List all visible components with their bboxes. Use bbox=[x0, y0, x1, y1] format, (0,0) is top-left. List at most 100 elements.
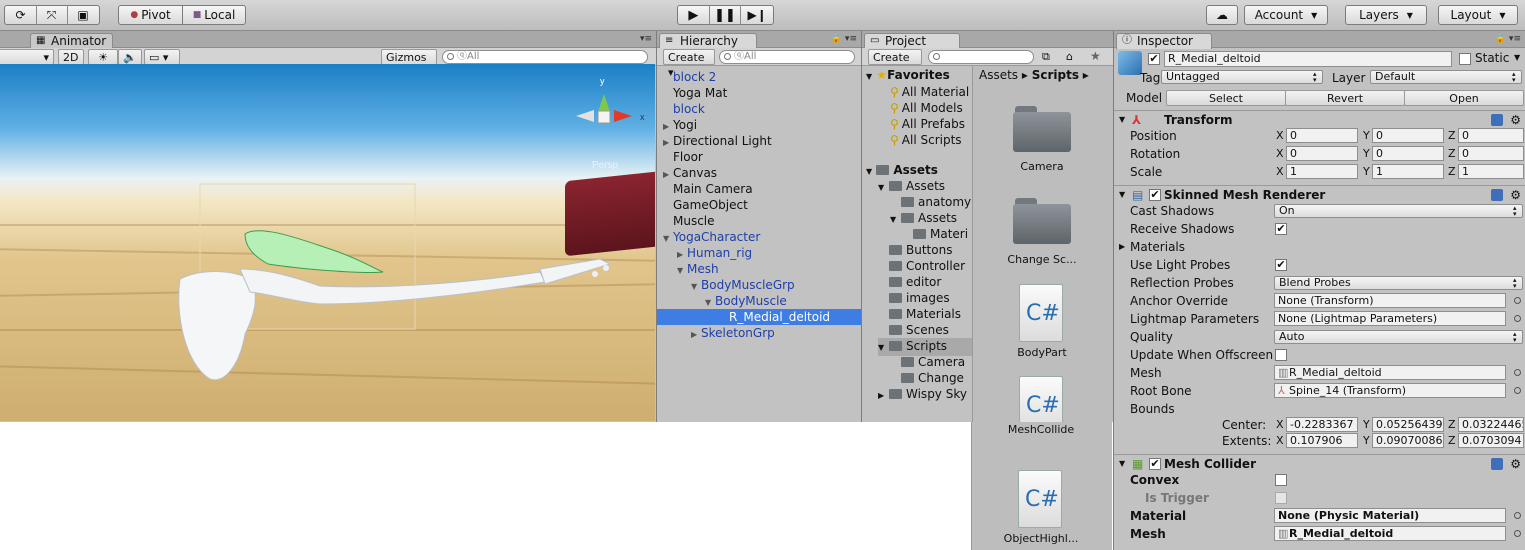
pause-icon[interactable]: ❚❚ bbox=[710, 5, 742, 25]
hierarchy-item[interactable]: GameObject bbox=[657, 197, 861, 213]
help-icon[interactable] bbox=[1491, 189, 1503, 201]
update-offscreen-checkbox[interactable] bbox=[1275, 349, 1287, 361]
object-picker-icon[interactable] bbox=[1514, 369, 1521, 376]
object-picker-icon[interactable] bbox=[1514, 512, 1521, 519]
filter-label-icon[interactable]: ⌂ bbox=[1066, 50, 1073, 63]
transform-y-field[interactable]: 0 bbox=[1372, 128, 1444, 143]
transform-y-field[interactable]: 1 bbox=[1372, 164, 1444, 179]
breadcrumb-root[interactable]: Assets bbox=[979, 68, 1018, 82]
project-tree-item[interactable]: ▶ Wispy Sky bbox=[878, 386, 967, 404]
object-name-field[interactable]: R_Medial_deltoid bbox=[1164, 51, 1452, 67]
folder-icon[interactable] bbox=[1013, 104, 1071, 152]
static-checkbox[interactable] bbox=[1459, 53, 1471, 65]
project-tree-item[interactable]: images bbox=[878, 290, 950, 306]
lock-icon[interactable]: 🔒 ▾≡ bbox=[1495, 34, 1521, 44]
object-picker-icon[interactable] bbox=[1514, 315, 1521, 322]
collider-material-field[interactable]: None (Physic Material) bbox=[1274, 508, 1506, 523]
hierarchy-item[interactable]: ▶ SkeletonGrp bbox=[657, 325, 861, 341]
lightmap-parameters-field[interactable]: None (Lightmap Parameters) bbox=[1274, 311, 1506, 326]
panel-menu-icon[interactable]: ▾≡ bbox=[640, 34, 652, 44]
use-light-probes-checkbox[interactable]: ✔ bbox=[1275, 259, 1287, 271]
folder-icon[interactable] bbox=[1013, 196, 1071, 244]
extents-z-field[interactable]: 0.0703094 bbox=[1458, 433, 1524, 448]
skinned-mesh-renderer-header[interactable]: ▼ ▤ ✔ Skinned Mesh Renderer ⚙ bbox=[1114, 185, 1525, 203]
hierarchy-item[interactable]: ▼ Mesh bbox=[657, 261, 861, 277]
rect-tool-icon[interactable]: ▣ bbox=[68, 5, 99, 25]
step-icon[interactable]: ▶❙ bbox=[741, 5, 773, 25]
hierarchy-item[interactable]: ▶ Canvas bbox=[657, 165, 861, 181]
hierarchy-item[interactable]: block 2 bbox=[657, 69, 861, 85]
csharp-script-icon[interactable]: C# bbox=[1018, 470, 1062, 528]
collider-enabled-checkbox[interactable]: ✔ bbox=[1149, 458, 1161, 470]
play-icon[interactable]: ▶ bbox=[678, 5, 710, 25]
help-icon[interactable] bbox=[1491, 114, 1503, 126]
audio-toggle-icon[interactable]: 🔈 bbox=[118, 49, 142, 65]
hierarchy-search-input[interactable]: ⓠAll bbox=[719, 50, 855, 64]
layer-dropdown[interactable]: Default bbox=[1370, 70, 1522, 84]
receive-shadows-checkbox[interactable]: ✔ bbox=[1275, 223, 1287, 235]
transform-z-field[interactable]: 0 bbox=[1458, 128, 1524, 143]
transform-x-field[interactable]: 0 bbox=[1286, 128, 1358, 143]
reflection-probes-dropdown[interactable]: Blend Probes bbox=[1274, 276, 1523, 290]
transform-x-field[interactable]: 1 bbox=[1286, 164, 1358, 179]
transform-x-field[interactable]: 0 bbox=[1286, 146, 1358, 161]
project-tree-item[interactable]: anatomy bbox=[890, 194, 971, 210]
anchor-override-field[interactable]: None (Transform) bbox=[1274, 293, 1506, 308]
root-bone-field[interactable]: ⅄ Spine_14 (Transform) bbox=[1274, 383, 1506, 398]
project-tree-item[interactable]: Change bbox=[890, 370, 964, 386]
lighting-toggle-icon[interactable]: ☀ bbox=[88, 49, 118, 65]
object-picker-icon[interactable] bbox=[1514, 530, 1521, 537]
hierarchy-item[interactable]: ▼ YogaCharacter bbox=[657, 229, 861, 245]
project-tree-item[interactable]: editor bbox=[878, 274, 941, 290]
2d-toggle[interactable]: 2D bbox=[58, 49, 84, 65]
renderer-enabled-checkbox[interactable]: ✔ bbox=[1149, 189, 1161, 201]
static-dropdown-icon[interactable]: ▼ bbox=[1514, 53, 1520, 62]
model-select-button[interactable]: Select bbox=[1166, 90, 1286, 106]
hierarchy-item[interactable]: R_Medial_deltoid bbox=[657, 309, 861, 325]
breadcrumb-current[interactable]: Scripts bbox=[1032, 68, 1079, 82]
hierarchy-item[interactable]: ▼ BodyMuscleGrp bbox=[657, 277, 861, 293]
model-revert-button[interactable]: Revert bbox=[1285, 90, 1405, 106]
project-search-input[interactable] bbox=[928, 50, 1034, 64]
transform-component-header[interactable]: ▼ ⅄ Transform ⚙ bbox=[1114, 110, 1525, 128]
tag-dropdown[interactable]: Untagged bbox=[1161, 70, 1323, 84]
layout-dropdown[interactable]: Layout ▼ bbox=[1438, 5, 1518, 25]
hierarchy-item[interactable]: Muscle bbox=[657, 213, 861, 229]
orientation-gizmo[interactable]: y x bbox=[576, 76, 645, 124]
favorite-item[interactable]: ⚲ All Scripts bbox=[890, 132, 962, 148]
hierarchy-item[interactable]: ▼ BodyMuscle bbox=[657, 293, 861, 309]
scene-search-input[interactable]: ⓠAll bbox=[442, 50, 648, 64]
project-tree-item[interactable]: Controller bbox=[878, 258, 965, 274]
pivot-button[interactable]: ● Pivot bbox=[118, 5, 183, 25]
local-button[interactable]: ■ Local bbox=[182, 5, 246, 25]
effects-dropdown-icon[interactable]: ▭ ▾ bbox=[144, 49, 180, 65]
hierarchy-create-button[interactable]: Create ▾ bbox=[663, 49, 715, 79]
transform-y-field[interactable]: 0 bbox=[1372, 146, 1444, 161]
tab-animator[interactable]: ▦ Animator bbox=[30, 33, 114, 49]
tab-project[interactable]: ▭ Project bbox=[864, 33, 960, 49]
project-tree-item[interactable]: Materials bbox=[878, 306, 961, 322]
favorite-item[interactable]: ⚲ All Material bbox=[890, 84, 969, 100]
filter-type-icon[interactable]: ⧉ bbox=[1042, 50, 1050, 64]
favorites-header[interactable]: ▼ ★Favorites bbox=[866, 67, 950, 85]
center-y-field[interactable]: 0.05256439 bbox=[1372, 417, 1444, 432]
project-tree-item[interactable]: Camera bbox=[890, 354, 965, 370]
mesh-collider-header[interactable]: ▼ ▦ ✔ Mesh Collider ⚙ bbox=[1114, 454, 1525, 472]
favorite-item[interactable]: ⚲ All Models bbox=[890, 100, 963, 116]
object-picker-icon[interactable] bbox=[1514, 297, 1521, 304]
account-dropdown[interactable]: Account ▼ bbox=[1244, 5, 1328, 25]
hierarchy-item[interactable]: ▶ Human_rig bbox=[657, 245, 861, 261]
extents-y-field[interactable]: 0.09070086 bbox=[1372, 433, 1444, 448]
rotate-tool-icon[interactable]: ⟳ bbox=[6, 5, 37, 25]
favorite-star-icon[interactable]: ★ bbox=[1090, 49, 1101, 63]
hierarchy-item[interactable]: ▶ Yogi bbox=[657, 117, 861, 133]
center-z-field[interactable]: 0.03224465 bbox=[1458, 417, 1524, 432]
materials-row[interactable]: ▶ Materials bbox=[1114, 238, 1525, 256]
gizmos-dropdown[interactable]: Gizmos ▾ bbox=[381, 49, 437, 79]
favorite-item[interactable]: ⚲ All Prefabs bbox=[890, 116, 965, 132]
scale-tool-icon[interactable]: ⤧ bbox=[37, 5, 68, 25]
tab-hierarchy[interactable]: ≡ Hierarchy bbox=[659, 33, 757, 49]
layers-dropdown[interactable]: Layers ▼ bbox=[1345, 5, 1427, 25]
collapsed-arrow-icon[interactable]: ▶ bbox=[691, 327, 701, 343]
lock-icon[interactable]: 🔒 ▾≡ bbox=[831, 34, 857, 44]
